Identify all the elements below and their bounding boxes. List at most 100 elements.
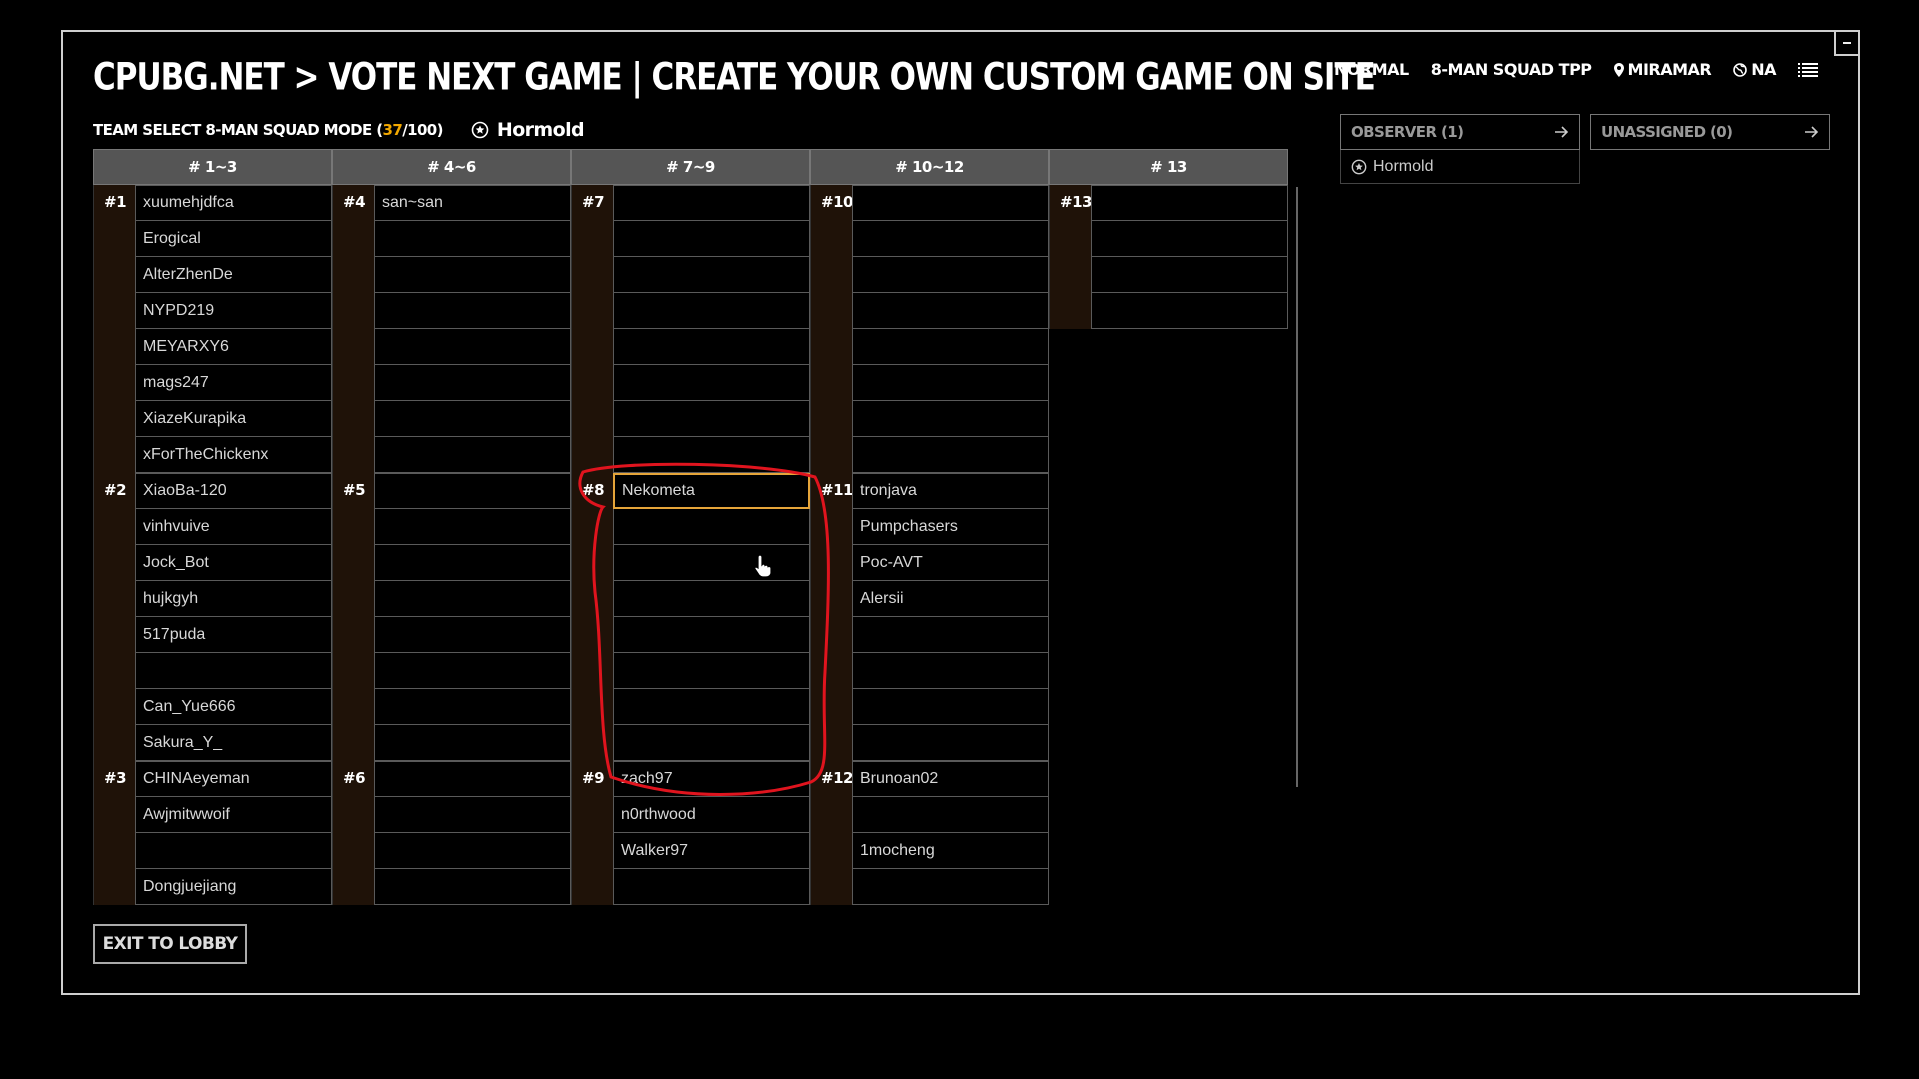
player-slot[interactable] [374,221,571,257]
player-slot[interactable] [1091,257,1288,293]
player-slot[interactable] [613,185,810,221]
player-slot[interactable] [852,725,1049,761]
player-slot[interactable]: XiaoBa-120 [135,473,332,509]
player-slot[interactable] [613,725,810,761]
player-slot[interactable]: san~san [374,185,571,221]
player-slot[interactable] [852,221,1049,257]
player-slot[interactable] [613,689,810,725]
player-slot[interactable]: XiazeKurapika [135,401,332,437]
player-slot[interactable] [374,581,571,617]
player-slot[interactable] [613,329,810,365]
player-slot[interactable] [374,689,571,725]
player-slot[interactable] [852,653,1049,689]
player-slot[interactable]: Dongjuejiang [135,869,332,905]
player-slot[interactable]: Sakura_Y_ [135,725,332,761]
player-slot[interactable] [852,293,1049,329]
exit-to-lobby-button[interactable]: EXIT TO LOBBY [93,924,247,964]
player-slot[interactable]: Alersii [852,581,1049,617]
player-slot[interactable] [852,257,1049,293]
player-slot[interactable] [613,437,810,473]
player-slot[interactable] [852,329,1049,365]
player-slot[interactable] [374,437,571,473]
team-number[interactable]: #13 [1049,185,1092,329]
player-slot[interactable]: Brunoan02 [852,761,1049,797]
player-slot[interactable]: 517puda [135,617,332,653]
player-slot[interactable]: AlterZhenDe [135,257,332,293]
player-slot[interactable] [613,257,810,293]
player-slot[interactable] [374,833,571,869]
team-number[interactable]: #9 [571,761,613,905]
team-number[interactable]: #12 [810,761,853,905]
player-slot[interactable] [852,797,1049,833]
player-slot[interactable] [613,365,810,401]
player-slot[interactable]: NYPD219 [135,293,332,329]
player-slot[interactable] [374,653,571,689]
team-number[interactable]: #11 [810,473,853,761]
player-slot[interactable]: zach97 [613,761,810,797]
player-slot[interactable]: Awjmitwwoif [135,797,332,833]
team-number[interactable]: #4 [332,185,374,473]
player-slot[interactable] [374,545,571,581]
player-slot[interactable] [852,185,1049,221]
team-number[interactable]: #3 [93,761,135,905]
team-number[interactable]: #1 [93,185,135,473]
player-slot[interactable] [852,869,1049,905]
player-slot[interactable]: n0rthwood [613,797,810,833]
player-slot[interactable]: Walker97 [613,833,810,869]
player-slot[interactable] [374,329,571,365]
player-slot[interactable]: MEYARXY6 [135,329,332,365]
team-number[interactable]: #10 [810,185,853,473]
player-slot[interactable]: xuumehjdfca [135,185,332,221]
player-slot[interactable]: 1mocheng [852,833,1049,869]
player-slot[interactable]: Nekometa [613,473,810,509]
team-number[interactable]: #6 [332,761,374,905]
player-slot[interactable] [374,869,571,905]
observer-player[interactable]: Hormold [1373,158,1433,176]
player-slot[interactable] [852,365,1049,401]
player-slot[interactable] [374,365,571,401]
player-slot[interactable] [852,689,1049,725]
player-slot[interactable] [374,401,571,437]
player-slot[interactable] [613,401,810,437]
player-slot[interactable] [135,653,332,689]
list-menu-icon[interactable] [1798,62,1818,78]
team-number[interactable]: #7 [571,185,613,473]
team-number[interactable]: #8 [571,473,613,761]
player-slot[interactable] [1091,221,1288,257]
player-slot[interactable]: hujkgyh [135,581,332,617]
player-slot[interactable] [852,617,1049,653]
player-slot[interactable] [374,725,571,761]
player-slot[interactable] [374,293,571,329]
player-slot[interactable]: Jock_Bot [135,545,332,581]
player-slot[interactable] [613,293,810,329]
player-slot[interactable] [135,833,332,869]
player-slot[interactable] [374,473,571,509]
player-slot[interactable]: tronjava [852,473,1049,509]
player-slot[interactable] [1091,293,1288,329]
player-slot[interactable]: CHINAeyeman [135,761,332,797]
player-slot[interactable] [613,653,810,689]
player-slot[interactable] [613,617,810,653]
player-slot[interactable]: Can_Yue666 [135,689,332,725]
observer-button[interactable]: OBSERVER (1) [1340,114,1580,150]
player-slot[interactable]: vinhvuive [135,509,332,545]
player-slot[interactable] [374,761,571,797]
player-slot[interactable] [613,509,810,545]
player-slot[interactable] [613,221,810,257]
player-slot[interactable]: Pumpchasers [852,509,1049,545]
team-number[interactable]: #5 [332,473,374,761]
player-slot[interactable] [852,401,1049,437]
player-slot[interactable] [613,869,810,905]
player-slot[interactable]: mags247 [135,365,332,401]
player-slot[interactable]: xForTheChickenx [135,437,332,473]
minimize-button[interactable] [1834,30,1860,56]
team-number[interactable]: #2 [93,473,135,761]
player-slot[interactable] [374,257,571,293]
player-slot[interactable] [1091,185,1288,221]
player-slot[interactable] [374,509,571,545]
player-slot[interactable] [852,437,1049,473]
player-slot[interactable]: Erogical [135,221,332,257]
unassigned-button[interactable]: UNASSIGNED (0) [1590,114,1830,150]
player-slot[interactable]: Poc-AVT [852,545,1049,581]
player-slot[interactable] [613,545,810,581]
